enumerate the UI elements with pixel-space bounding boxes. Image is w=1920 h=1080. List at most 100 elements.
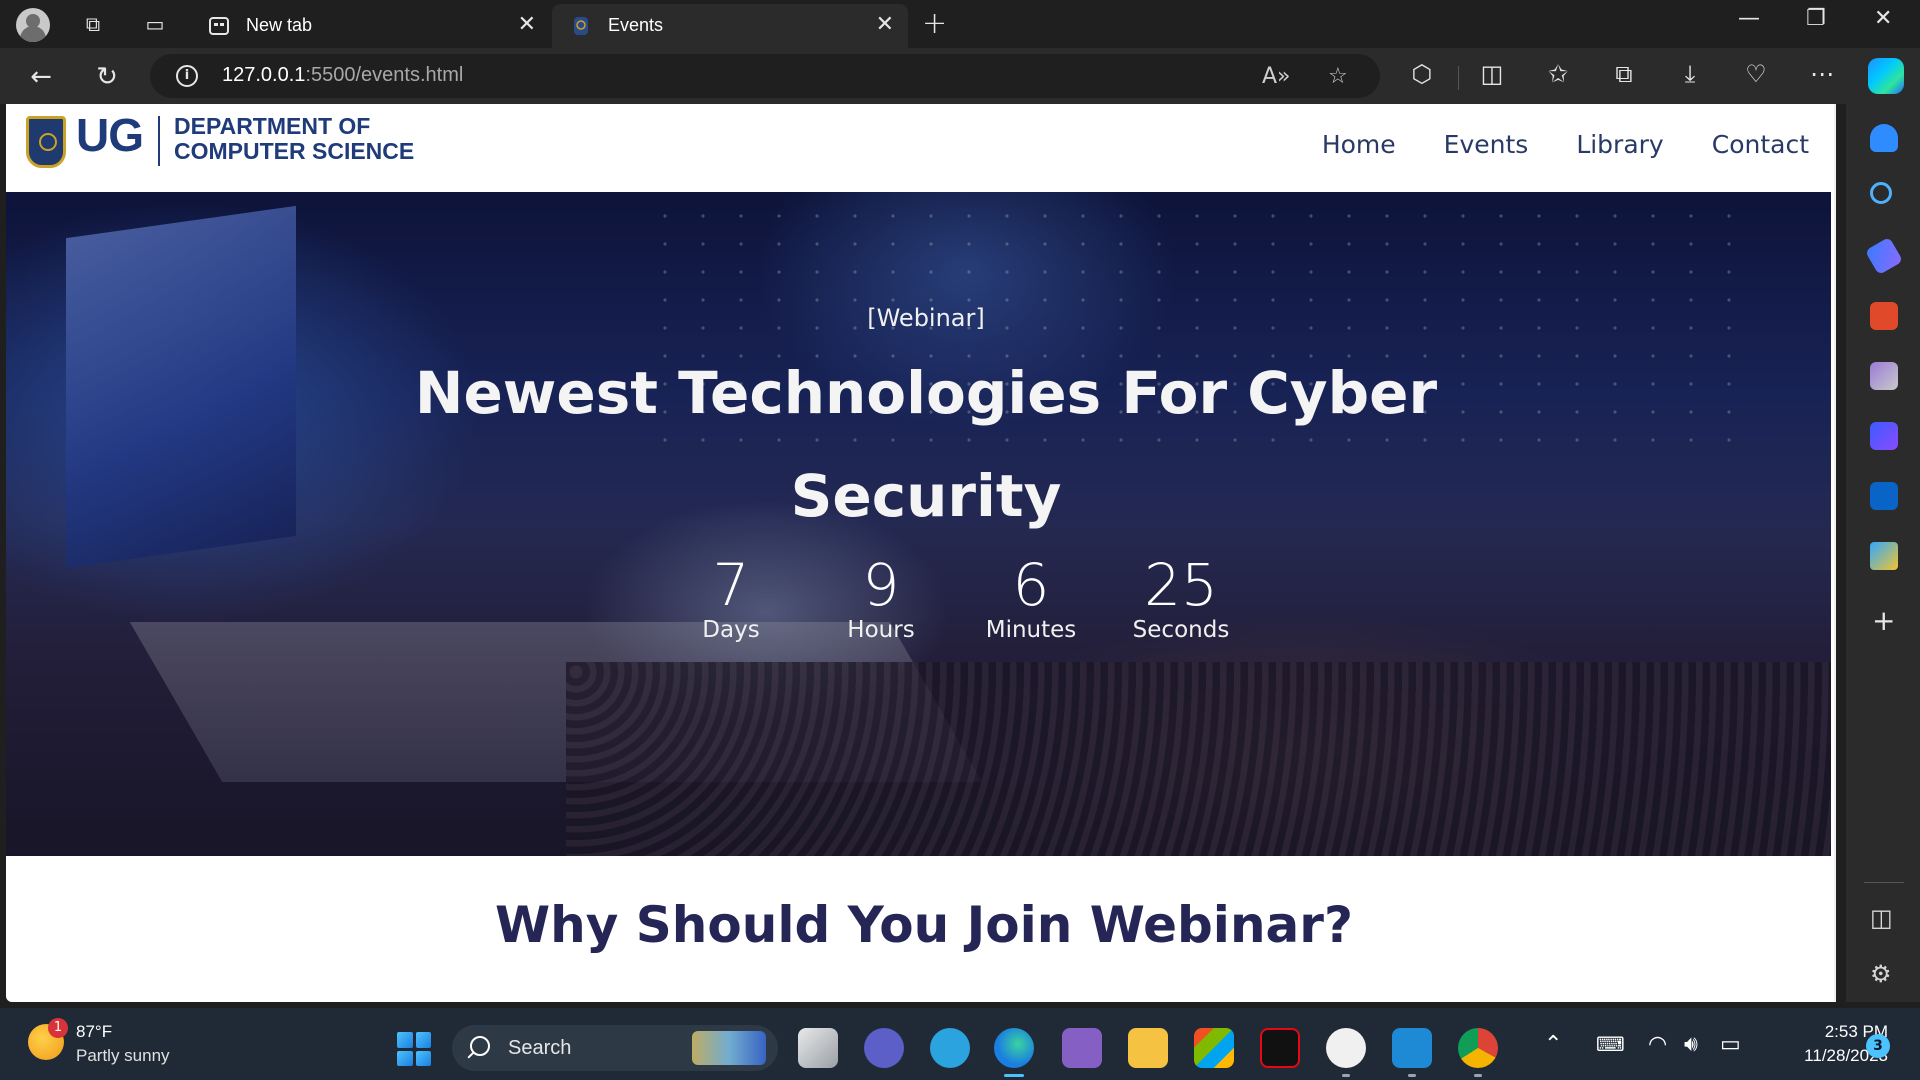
department-line-2: COMPUTER SCIENCE (174, 138, 415, 164)
task-view-icon[interactable] (798, 1028, 838, 1068)
weather-badge: 1 (48, 1018, 68, 1038)
countdown-minutes: 6 Minutes (956, 554, 1106, 644)
countdown-value: 9 (862, 551, 900, 619)
edge-browser-icon[interactable] (994, 1028, 1034, 1068)
github-icon[interactable] (1326, 1028, 1366, 1068)
show-hidden-icons-chevron-icon[interactable]: ⌃ (1544, 1032, 1562, 1057)
site-favicon-icon (574, 17, 588, 35)
favorites-icon[interactable]: ✩ (1542, 60, 1574, 88)
countdown-hours: 9 Hours (806, 554, 956, 644)
downloads-icon[interactable]: ⤓ (1674, 60, 1706, 88)
refresh-icon[interactable]: ↻ (90, 60, 124, 94)
more-options-icon[interactable]: ⋯ (1806, 60, 1838, 88)
address-bar[interactable]: i 127.0.0.1:5500/events.html A» ☆ (150, 54, 1380, 98)
battery-icon[interactable]: ▭ (1720, 1032, 1741, 1057)
browser-essentials-icon[interactable]: ♡ (1740, 60, 1772, 88)
notification-count-badge[interactable]: 3 (1866, 1034, 1890, 1058)
vscode-icon[interactable] (1392, 1028, 1432, 1068)
event-type-label: [Webinar] (867, 304, 985, 332)
running-indicator (1474, 1074, 1482, 1077)
add-sidebar-app-icon[interactable]: + (1872, 604, 1895, 637)
close-tab-icon[interactable]: ✕ (876, 12, 894, 37)
back-arrow-icon[interactable]: ← (24, 60, 58, 94)
windows-start-icon[interactable] (397, 1032, 431, 1066)
drop-icon[interactable] (1870, 542, 1898, 570)
chrome-icon[interactable] (1458, 1028, 1498, 1068)
site-info-icon[interactable]: i (176, 65, 198, 87)
copilot-icon[interactable] (1868, 58, 1904, 94)
countdown-label: Seconds (1132, 617, 1230, 643)
countdown-label: Hours (847, 617, 915, 643)
countdown-seconds: 25 Seconds (1106, 554, 1256, 644)
workspaces-icon[interactable]: ⧉ (80, 11, 106, 37)
event-title: Newest Technologies For Cyber Security (414, 359, 1438, 530)
microsoft-store-icon[interactable] (1194, 1028, 1234, 1068)
tab-events[interactable]: Events ✕ (552, 4, 908, 48)
search-label: Search (508, 1037, 572, 1059)
tab-new-tab[interactable]: New tab ✕ (190, 4, 550, 48)
nav-home[interactable]: Home (1322, 130, 1396, 159)
university-crest-icon (26, 116, 66, 168)
search-icon[interactable] (1870, 182, 1892, 204)
nav-contact[interactable]: Contact (1712, 130, 1809, 159)
department-line-1: DEPARTMENT OF (174, 113, 371, 139)
wifi-icon[interactable]: ◠ (1648, 1032, 1667, 1057)
nav-library[interactable]: Library (1576, 130, 1663, 159)
active-app-indicator (1004, 1074, 1024, 1077)
shopping-tag-icon[interactable] (1864, 236, 1904, 276)
nav-events[interactable]: Events (1444, 130, 1529, 159)
tools-briefcase-icon[interactable] (1870, 302, 1898, 330)
close-window-button[interactable]: ✕ (1874, 6, 1892, 31)
hero-banner: [Webinar] Newest Technologies For Cyber … (6, 192, 1831, 856)
profile-avatar[interactable] (16, 8, 50, 42)
settings-gear-icon[interactable]: ⚙ (1870, 960, 1892, 988)
visual-studio-preview-icon[interactable] (1062, 1028, 1102, 1068)
new-tab-page-icon (209, 17, 229, 35)
tab-label: Events (608, 15, 664, 35)
toolbar-separator (1458, 66, 1459, 90)
read-aloud-icon[interactable]: A» (1262, 64, 1291, 89)
restore-button[interactable]: ❐ (1806, 6, 1826, 31)
file-explorer-icon[interactable] (1128, 1028, 1168, 1068)
notification-bell-icon[interactable] (1870, 124, 1898, 152)
tab-label: New tab (246, 15, 313, 35)
search-highlight-image (692, 1031, 766, 1065)
netflix-icon[interactable] (1260, 1028, 1300, 1068)
countdown-label: Minutes (985, 617, 1077, 643)
split-screen-icon[interactable]: ◫ (1476, 60, 1508, 88)
telegram-icon[interactable] (930, 1028, 970, 1068)
hide-sidebar-icon[interactable]: ◫ (1870, 904, 1893, 932)
favorite-star-icon[interactable]: ☆ (1328, 64, 1348, 89)
page-scrollbar[interactable] (1834, 104, 1836, 1002)
weather-temperature[interactable]: 87°F (76, 1022, 112, 1042)
browser-toolbar: ← ↻ i 127.0.0.1:5500/events.html A» ☆ ⬡ … (0, 48, 1920, 104)
logo-ug-text: UG (76, 109, 144, 161)
extensions-icon[interactable]: ⬡ (1406, 60, 1438, 88)
close-tab-icon[interactable]: ✕ (518, 12, 536, 37)
tab-actions-icon[interactable]: ▭ (142, 11, 168, 37)
countdown-timer: 7 Days 9 Hours 6 Minutes 25 Seconds (656, 554, 1256, 644)
keyboard-icon[interactable]: ⌨ (1596, 1032, 1625, 1056)
taskbar-search[interactable]: Search (452, 1025, 778, 1071)
minimize-button[interactable]: — (1738, 6, 1760, 31)
section-heading: Why Should You Join Webinar? (495, 896, 1353, 954)
running-indicator (1342, 1074, 1350, 1077)
running-indicator (1408, 1074, 1416, 1077)
outlook-icon[interactable] (1870, 482, 1898, 510)
countdown-days: 7 Days (656, 554, 806, 644)
weather-description[interactable]: Partly sunny (76, 1046, 170, 1066)
microsoft-365-icon[interactable] (1870, 422, 1898, 450)
countdown-value: 7 (712, 551, 750, 619)
new-tab-button[interactable]: + (922, 6, 947, 41)
games-icon[interactable] (1870, 362, 1898, 390)
department-name: DEPARTMENT OF COMPUTER SCIENCE (174, 114, 414, 164)
volume-icon[interactable]: 🔊︎ (1684, 1032, 1698, 1057)
site-header: UG DEPARTMENT OF COMPUTER SCIENCE Home E… (6, 104, 1831, 192)
teams-chat-icon[interactable] (864, 1028, 904, 1068)
sidebar-separator (1864, 882, 1904, 883)
url-text[interactable]: 127.0.0.1:5500/events.html (222, 64, 463, 87)
edge-sidebar: + ◫ ⚙ (1846, 104, 1920, 1002)
logo-divider (158, 116, 160, 166)
collections-icon[interactable]: ⧉ (1608, 60, 1640, 88)
search-icon (470, 1036, 490, 1056)
